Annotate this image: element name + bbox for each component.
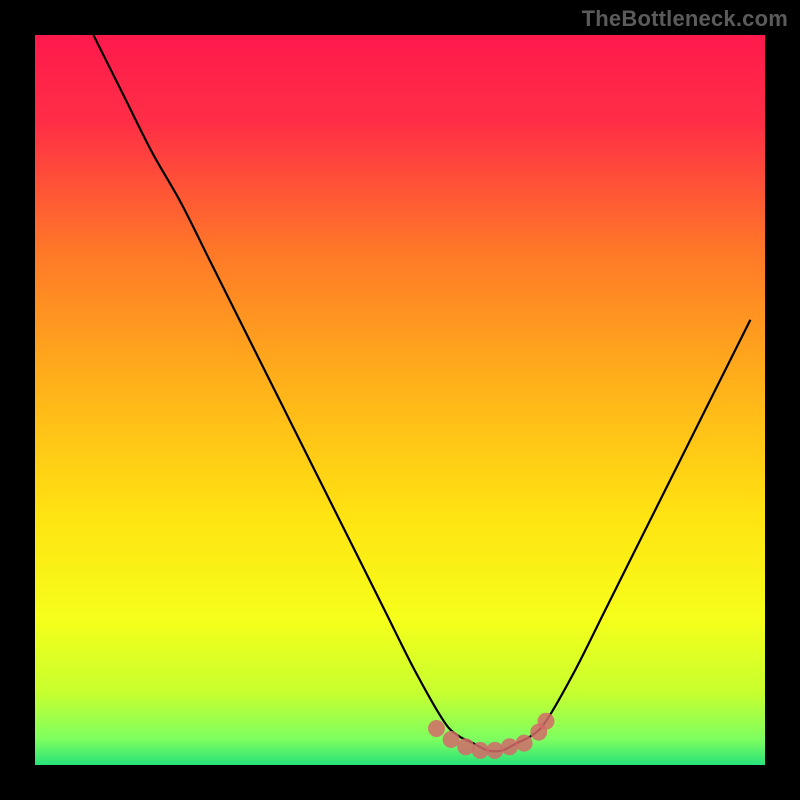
bottleneck-curve-path (93, 35, 750, 751)
optimal-marker (428, 720, 445, 737)
optimal-marker (457, 738, 474, 755)
optimal-zone-markers (428, 713, 555, 759)
watermark-label: TheBottleneck.com (582, 6, 788, 32)
curve-layer (35, 35, 765, 765)
optimal-marker (516, 735, 533, 752)
optimal-marker (538, 713, 555, 730)
optimal-marker (486, 742, 503, 759)
optimal-marker (501, 738, 518, 755)
chart-frame: TheBottleneck.com (0, 0, 800, 800)
plot-area (35, 35, 765, 765)
optimal-marker (472, 742, 489, 759)
optimal-marker (443, 731, 460, 748)
